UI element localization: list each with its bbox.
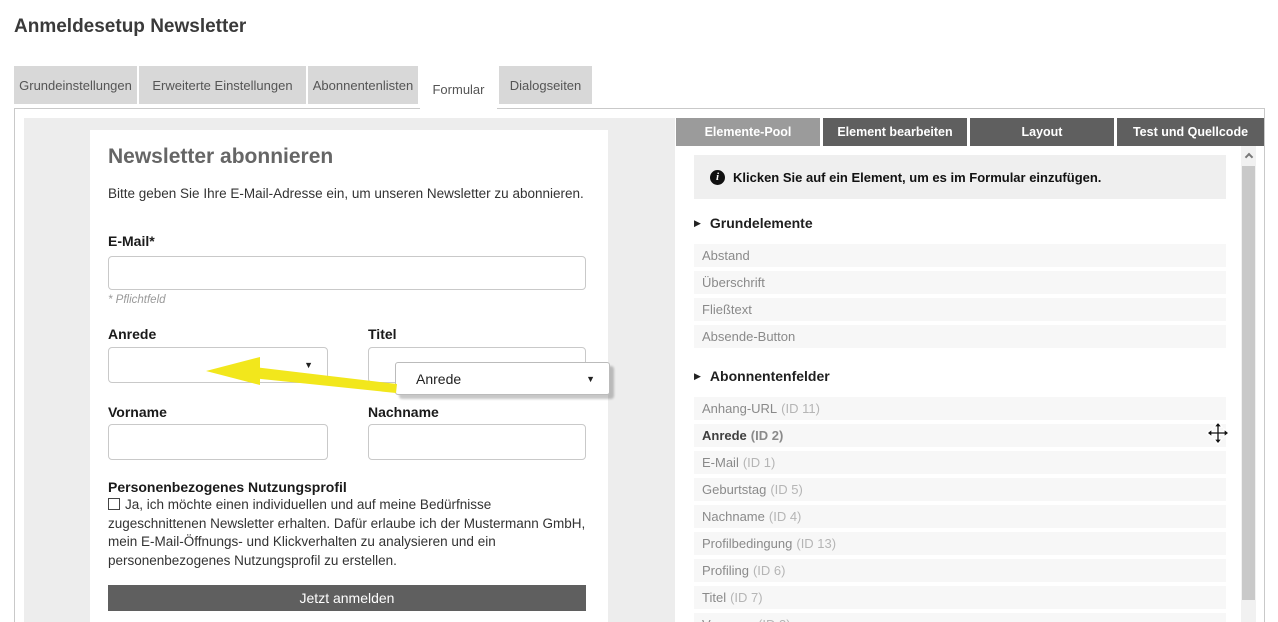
pool-item-id: (ID 4) [769,509,802,524]
tab-erweiterte-einstellungen[interactable]: Erweiterte Einstellungen [139,66,306,104]
profile-section-heading: Personenbezogenes Nutzungsprofil [108,479,347,495]
pool-item-label: Absende-Button [702,329,795,344]
tab-formular[interactable]: Formular [420,66,497,112]
pool-item-label: Überschrift [702,275,765,290]
pool-item-label: E-Mail [702,455,739,470]
submit-button[interactable]: Jetzt anmelden [108,585,586,611]
caret-right-icon: ▶ [694,371,701,382]
vorname-field[interactable] [108,424,328,460]
pool-item-id: (ID 13) [796,536,836,551]
pool-item-id: (ID 11) [781,401,820,416]
pool-item-label: Vorname [702,617,754,622]
pool-item-id: (ID 5) [770,482,803,497]
email-field[interactable] [108,256,586,290]
anrede-select[interactable]: ▼ [108,347,328,383]
pool-item-id: (ID 6) [753,563,786,578]
consent-paragraph: Ja, ich möchte einen individuellen und a… [108,496,590,570]
pool-item-label: Titel [702,590,726,605]
pool-item-label: Abstand [702,248,750,263]
scroll-up-button[interactable] [1241,146,1256,164]
scrollbar-thumb[interactable] [1242,166,1255,600]
pool-item-id: (ID 7) [730,590,763,605]
pool-item-label: Anhang-URL [702,401,777,416]
pool-item-email[interactable]: E-Mail (ID 1) [694,451,1226,474]
anrede-label: Anrede [108,326,156,342]
email-label: E-Mail* [108,233,155,249]
pool-item-label: Anrede [702,428,747,443]
section-header-grundelemente[interactable]: ▶ Grundelemente [694,215,1226,231]
move-cursor-icon [1206,421,1230,445]
chevron-down-icon: ▼ [304,360,313,370]
nachname-label: Nachname [368,404,439,420]
info-banner: i Klicken Sie auf ein Element, um es im … [694,155,1226,199]
pool-item-geburtstag[interactable]: Geburtstag (ID 5) [694,478,1226,501]
info-icon: i [710,170,725,185]
info-banner-text: Klicken Sie auf ein Element, um es im Fo… [733,170,1101,185]
pool-item-label: Profilbedingung [702,536,792,551]
dragged-element-label: Anrede [416,371,461,387]
page-title: Anmeldesetup Newsletter [14,16,246,38]
tab-dialogseiten[interactable]: Dialogseiten [499,66,592,104]
pool-item-anrede[interactable]: Anrede (ID 2) [694,424,1226,447]
pool-item-profiling[interactable]: Profiling (ID 6) [694,559,1226,582]
panel-tab-test-und-quellcode[interactable]: Test und Quellcode [1117,118,1264,146]
panel-scrollbar[interactable] [1241,146,1256,622]
pool-item-label: Nachname [702,509,765,524]
nachname-field[interactable] [368,424,586,460]
pool-item-profilbedingung[interactable]: Profilbedingung (ID 13) [694,532,1226,555]
dragged-anrede-element[interactable]: Anrede ▼ [395,362,610,395]
section-header-abonnentenfelder[interactable]: ▶ Abonnentenfelder [694,368,1226,384]
pool-item-abstand[interactable]: Abstand [694,244,1226,267]
tab-grundeinstellungen[interactable]: Grundeinstellungen [14,66,137,104]
pool-item-id: (ID 2) [751,428,784,443]
form-intro-text: Bitte geben Sie Ihre E-Mail-Adresse ein,… [108,184,590,203]
pool-item-anhang-url[interactable]: Anhang-URL (ID 11) [694,397,1226,420]
panel-tab-layout[interactable]: Layout [970,118,1114,146]
chevron-up-icon [1244,152,1252,160]
titel-label: Titel [368,326,397,342]
panel-tab-elemente-pool[interactable]: Elemente-Pool [676,118,820,146]
pool-item-id: (ID 3) [758,617,791,622]
caret-right-icon: ▶ [694,218,701,229]
consent-text: Ja, ich möchte einen individuellen und a… [108,497,585,568]
pool-item-fliesstext[interactable]: Fließtext [694,298,1226,321]
section-title: Abonnentenfelder [710,368,830,384]
pool-item-label: Profiling [702,563,749,578]
form-heading: Newsletter abonnieren [108,145,333,169]
pool-item-id: (ID 1) [743,455,776,470]
consent-checkbox[interactable] [108,498,120,510]
tab-abonnentenlisten[interactable]: Abonnentenlisten [308,66,418,104]
required-field-note: * Pflichtfeld [108,294,166,306]
pool-item-vorname[interactable]: Vorname (ID 3) [694,613,1226,622]
pool-item-label: Fließtext [702,302,752,317]
vorname-label: Vorname [108,404,167,420]
chevron-down-icon: ▼ [586,374,595,384]
panel-tab-element-bearbeiten[interactable]: Element bearbeiten [823,118,967,146]
section-title: Grundelemente [710,215,813,231]
pool-item-nachname[interactable]: Nachname (ID 4) [694,505,1226,528]
pool-item-absende-button[interactable]: Absende-Button [694,325,1226,348]
pool-item-ueberschrift[interactable]: Überschrift [694,271,1226,294]
pool-item-label: Geburtstag [702,482,766,497]
pool-item-titel[interactable]: Titel (ID 7) [694,586,1226,609]
